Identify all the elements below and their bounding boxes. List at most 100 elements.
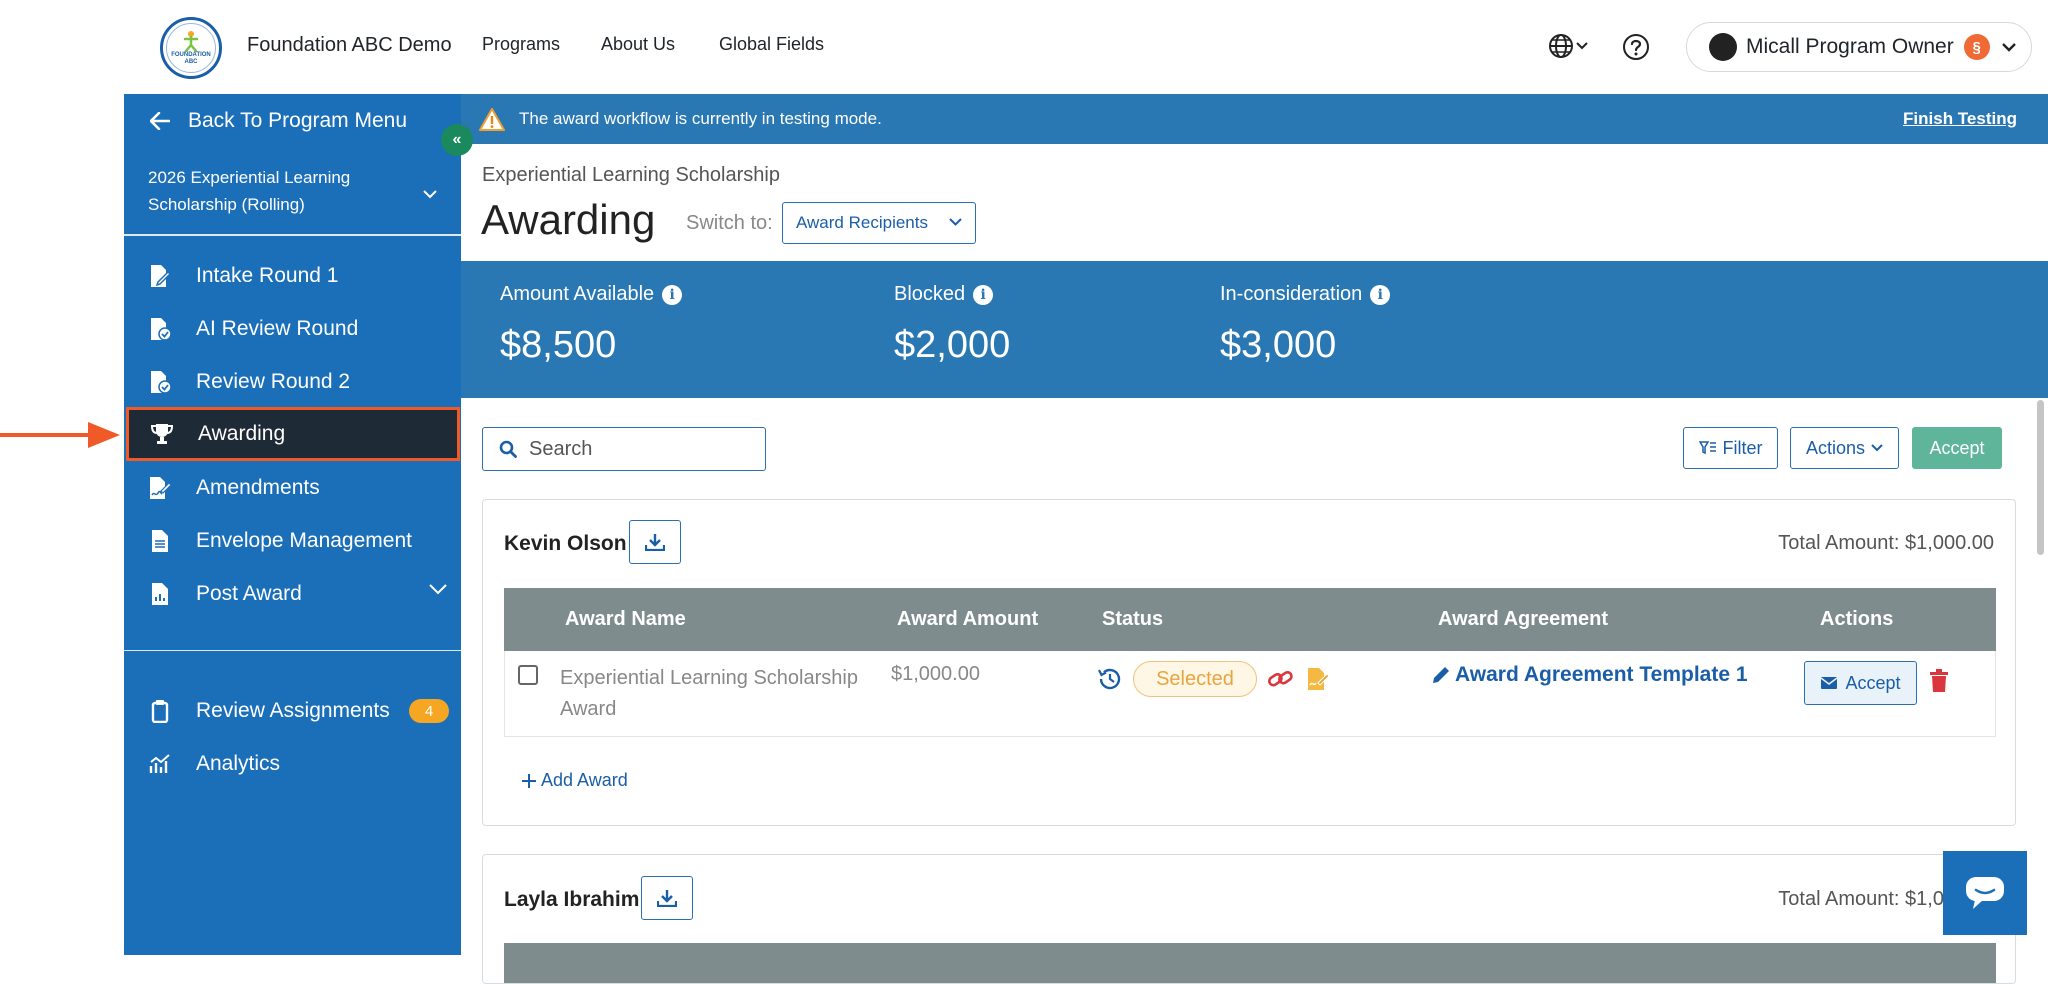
switch-to-label: Switch to: [686,212,773,234]
column-header: Award Agreement [1438,608,1609,630]
page-title: Awarding [481,196,656,243]
actions-dropdown[interactable]: Actions [1790,427,1899,469]
filter-button[interactable]: Filter [1683,427,1778,469]
recipient-card: Layla Ibrahim Total Amount: $1,000.00 [482,854,2016,984]
history-icon[interactable] [1097,666,1123,692]
link-icon[interactable] [1267,667,1295,691]
sidebar-item-review-assignments[interactable]: Review Assignments 4 [124,685,461,737]
column-header: Award Name [565,608,686,630]
user-menu[interactable]: Micall Program Owner § [1686,22,2032,72]
nav-about-us[interactable]: About Us [601,34,675,55]
pointer-arrow-icon [0,422,120,448]
chevron-down-icon[interactable] [429,584,447,595]
award-agreement-link[interactable]: Award Agreement Template 1 [1431,663,1748,687]
sidebar-item-ai-review-round[interactable]: AI Review Round [124,303,461,355]
sidebar-divider [124,234,461,236]
sidebar-item-analytics[interactable]: Analytics [124,738,461,790]
award-amount: $1,000.00 [891,663,980,685]
stat-label: In-consideration [1220,283,1363,305]
chevron-down-icon [423,190,437,199]
analytics-icon [148,752,172,776]
column-header: Award Amount [897,608,1039,630]
recipient-card: Kevin Olson Total Amount: $1,000.00 Awar… [482,499,2016,826]
accept-award-button[interactable]: Accept [1804,661,1917,705]
nav-programs[interactable]: Programs [482,34,560,55]
file-signature-icon [148,476,172,500]
language-selector[interactable] [1548,33,1588,59]
org-logo[interactable]: FOUNDATION ABC [160,17,222,79]
sidebar-item-intake-round-1[interactable]: Intake Round 1 [124,250,461,302]
file-signature-icon[interactable] [1305,666,1331,692]
search-icon [499,440,517,458]
funding-stats-panel: Amount Available i $8,500 Blocked i $2,000… [461,261,2048,398]
filter-icon [1698,441,1716,455]
stat-label: Amount Available [500,283,655,305]
program-selector[interactable]: 2026 Experiential Learning Scholarship (… [124,164,461,230]
stat-value: $8,500 [500,324,617,366]
chat-icon [1966,877,2004,909]
sidebar: Back To Program Menu 2026 Experiential L… [124,94,461,955]
info-icon[interactable]: i [662,284,683,305]
sidebar-item-post-award[interactable]: Post Award [124,568,461,620]
row-checkbox[interactable] [518,665,538,685]
pencil-icon [1433,667,1449,683]
download-button[interactable] [641,876,693,920]
program-name: 2026 Experiential Learning Scholarship (… [148,168,351,214]
status-cell: Selected [1097,661,1331,697]
status-badge: Selected [1133,661,1257,697]
chat-button[interactable] [1943,851,2027,935]
info-icon[interactable]: i [973,284,994,305]
sidebar-item-label: Envelope Management [196,529,412,552]
file-check-icon [148,317,172,341]
count-badge: 4 [409,699,449,723]
sidebar-item-label: Intake Round 1 [196,264,339,287]
stat-value: $3,000 [1220,324,1337,366]
back-label: Back To Program Menu [188,109,408,132]
awards-table-header [504,943,1996,983]
trash-icon[interactable] [1929,669,1949,693]
user-notification-badge[interactable]: § [1963,34,1990,60]
logo-text: FOUNDATION ABC [171,52,211,65]
total-amount: Total Amount: $1,000.00 [1778,532,1994,554]
download-button[interactable] [629,520,681,564]
nav-global-fields[interactable]: Global Fields [719,34,824,55]
accept-label: Accept [1845,672,1901,693]
download-icon [657,890,677,907]
envelope-icon [1821,677,1838,689]
chevron-down-icon [1576,42,1588,50]
stat-in-consideration: In-consideration i $3,000 [1220,283,1391,367]
collapse-sidebar-button[interactable]: « [441,124,473,156]
finish-testing-link[interactable]: Finish Testing [1903,109,2017,129]
sidebar-item-label: Review Assignments [196,699,390,722]
file-edit-icon [148,264,172,288]
clipboard-icon [148,699,172,723]
document-icon [148,529,172,553]
chevron-down-icon [2001,42,2016,52]
sidebar-divider [124,650,461,651]
scrollbar[interactable] [2037,400,2044,555]
org-name[interactable]: Foundation ABC Demo [247,34,452,57]
accept-all-button[interactable]: Accept [1912,427,2002,469]
filter-label: Filter [1722,437,1763,458]
recipient-name: Layla Ibrahim [504,888,640,911]
search-input[interactable] [529,437,749,461]
sidebar-item-label: Analytics [196,752,281,775]
stat-blocked: Blocked i $2,000 [894,283,1010,367]
add-award-button[interactable]: Add Award [521,770,628,791]
info-icon[interactable]: i [1370,284,1391,305]
sidebar-item-label: Post Award [196,582,302,605]
sidebar-item-amendments[interactable]: Amendments [124,462,461,514]
back-to-program-menu[interactable]: Back To Program Menu [124,94,461,148]
sidebar-item-envelope-management[interactable]: Envelope Management [124,515,461,567]
stat-amount-available: Amount Available i $8,500 [500,283,683,367]
question-circle-icon [1623,34,1649,60]
switch-to-select[interactable]: Award Recipients [782,202,976,244]
file-chart-icon [148,582,172,606]
column-header: Status [1102,608,1164,630]
sidebar-item-awarding[interactable]: Awarding [126,407,460,461]
award-agreement-label: Award Agreement Template 1 [1455,663,1748,686]
logo-mark: FOUNDATION ABC [166,23,216,73]
sidebar-item-review-round-2[interactable]: Review Round 2 [124,356,461,408]
help-button[interactable] [1622,33,1650,61]
sidebar-item-label: Awarding [198,422,286,445]
